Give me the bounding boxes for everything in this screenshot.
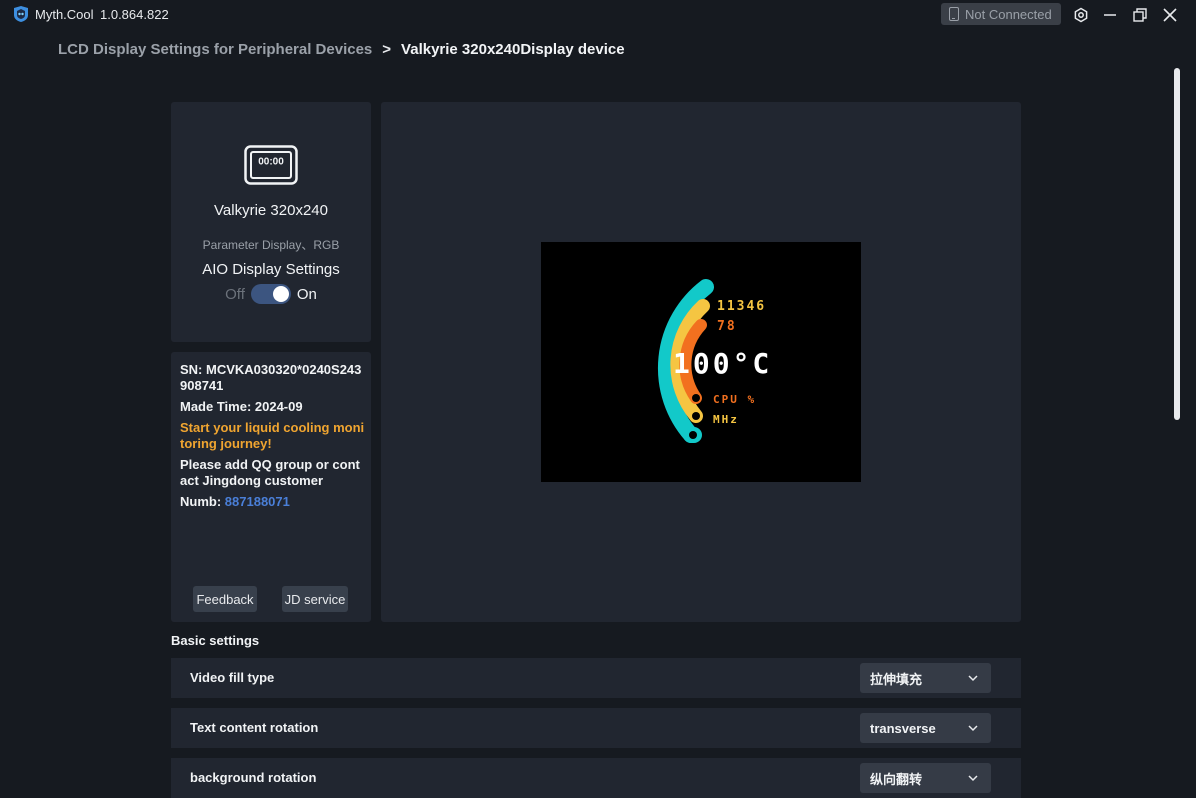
select-value: 拉伸填充: [870, 671, 923, 687]
app-version: 1.0.864.822: [100, 7, 169, 22]
chevron-down-icon: [968, 725, 978, 732]
device-card: 00:00 Valkyrie 320x240 Parameter Display…: [171, 102, 371, 342]
background-rotation-select[interactable]: 纵向翻转: [860, 763, 991, 793]
phone-icon: [949, 7, 959, 21]
text-content-rotation-select[interactable]: transverse: [860, 713, 991, 743]
device-name: Valkyrie 320x240: [214, 202, 328, 219]
setting-label: Text content rotation: [190, 720, 319, 735]
breadcrumb-separator: >: [382, 41, 392, 58]
jd-service-button[interactable]: JD service: [282, 586, 348, 612]
numb-row: Numb: 887188071: [180, 494, 366, 510]
svg-text:00:00: 00:00: [258, 157, 284, 168]
mhz-label-text: MHz: [713, 413, 739, 426]
select-value: 纵向翻转: [870, 771, 923, 787]
minimize-icon: [1104, 14, 1116, 16]
inner-arc-dot: [692, 394, 700, 402]
toggle-knob: [272, 286, 289, 302]
app-name: Myth.Cool: [35, 7, 94, 22]
preview-panel: 11346 78 100°C CPU % MHz: [381, 102, 1021, 622]
device-type: Parameter Display、RGB: [202, 238, 340, 252]
basic-settings-title: Basic settings: [171, 633, 260, 648]
video-fill-type-select[interactable]: 拉伸填充: [860, 663, 991, 693]
toggle-on-label: On: [296, 285, 317, 303]
breadcrumb-parent-link[interactable]: LCD Display Settings for Peripheral Devi…: [58, 41, 372, 58]
text-content-rotation-row: Text content rotation transverse: [171, 708, 1021, 748]
value1-text: 11346: [717, 299, 766, 314]
made-time: Made Time: 2024-09: [180, 399, 303, 414]
serial-number: SN: MCVKA030320*0240S243908741: [180, 362, 362, 393]
aio-display-toggle[interactable]: [250, 284, 291, 304]
outer-arc-dot: [689, 431, 697, 439]
close-icon: [1163, 8, 1177, 22]
close-button[interactable]: [1159, 4, 1181, 26]
vertical-scrollbar[interactable]: [1174, 68, 1180, 797]
value2-text: 78: [717, 319, 737, 334]
restore-button[interactable]: [1129, 4, 1151, 26]
aio-display-toggle-row: Off On: [171, 284, 371, 304]
device-info-text: SN: MCVKA030320*0240S243908741 Made Time…: [180, 362, 366, 515]
chevron-down-icon: [968, 675, 978, 682]
scrollbar-thumb[interactable]: [1174, 68, 1180, 420]
setting-label: Video fill type: [190, 670, 275, 685]
breadcrumb-current: Valkyrie 320x240Display device: [401, 41, 625, 58]
title-bar: Myth.Cool 1.0.864.822 Not Connected: [0, 0, 1196, 30]
settings-icon: [1074, 7, 1088, 23]
toggle-off-label: Off: [225, 285, 245, 303]
connection-status-badge[interactable]: Not Connected: [941, 3, 1061, 25]
feedback-button[interactable]: Feedback: [193, 586, 257, 612]
numb-label: Numb:: [180, 494, 222, 509]
contact-text: Please add QQ group or contact Jingdong …: [180, 457, 360, 488]
lcd-preview-graphic: 11346 78 100°C CPU % MHz: [657, 279, 772, 443]
temperature-text: 100°C: [673, 347, 772, 380]
lcd-display-icon: 00:00: [244, 145, 298, 185]
connection-status-label: Not Connected: [965, 6, 1052, 22]
settings-button[interactable]: [1070, 4, 1092, 26]
chevron-down-icon: [968, 775, 978, 782]
restore-icon: [1133, 8, 1147, 22]
setting-label: background rotation: [190, 770, 317, 785]
breadcrumb: LCD Display Settings for Peripheral Devi…: [58, 41, 625, 58]
aio-display-settings-title: AIO Display Settings: [202, 261, 340, 278]
app-logo-icon: [14, 6, 28, 22]
background-rotation-row: background rotation 纵向翻转: [171, 758, 1021, 798]
middle-arc-dot: [692, 412, 700, 420]
video-fill-type-row: Video fill type 拉伸填充: [171, 658, 1021, 698]
cpu-label-text: CPU %: [713, 393, 756, 406]
device-info-card: SN: MCVKA030320*0240S243908741 Made Time…: [171, 352, 371, 622]
numb-value-link[interactable]: 887188071: [225, 494, 290, 509]
select-value: transverse: [870, 720, 936, 736]
slogan-text: Start your liquid cooling monitoring jou…: [180, 420, 365, 451]
minimize-button[interactable]: [1099, 4, 1121, 26]
lcd-preview-screen[interactable]: 11346 78 100°C CPU % MHz: [541, 242, 861, 482]
